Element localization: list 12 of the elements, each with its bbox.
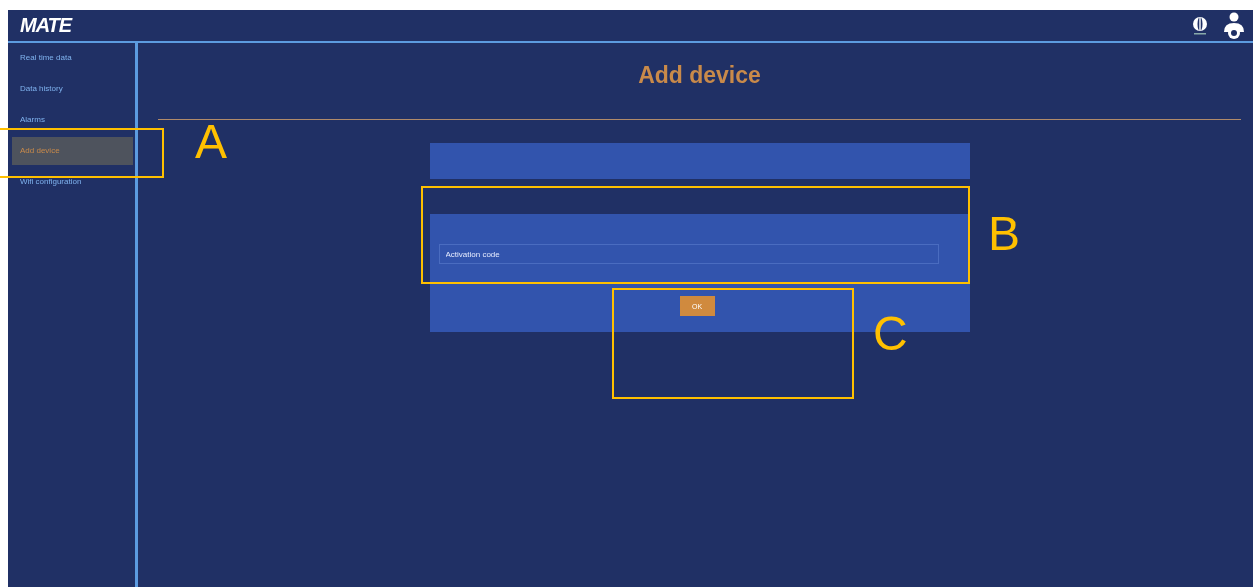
user-icon[interactable] (1223, 11, 1245, 40)
globe-icon[interactable] (1191, 15, 1209, 36)
logo: MATE (20, 14, 72, 37)
annotation-label: A (195, 118, 227, 166)
input-field[interactable]: Activation code (438, 244, 939, 264)
sidebar-item[interactable]: Data history (12, 75, 133, 103)
sidebar-item[interactable]: Real time data (12, 44, 133, 72)
sidebar-item[interactable]: Alarms (12, 106, 133, 134)
page-title: Add device (638, 62, 761, 90)
sidebar-item[interactable]: Wifi configuration (12, 168, 133, 196)
annotation-label: B (988, 210, 1020, 258)
annotation-label: C (873, 310, 908, 358)
